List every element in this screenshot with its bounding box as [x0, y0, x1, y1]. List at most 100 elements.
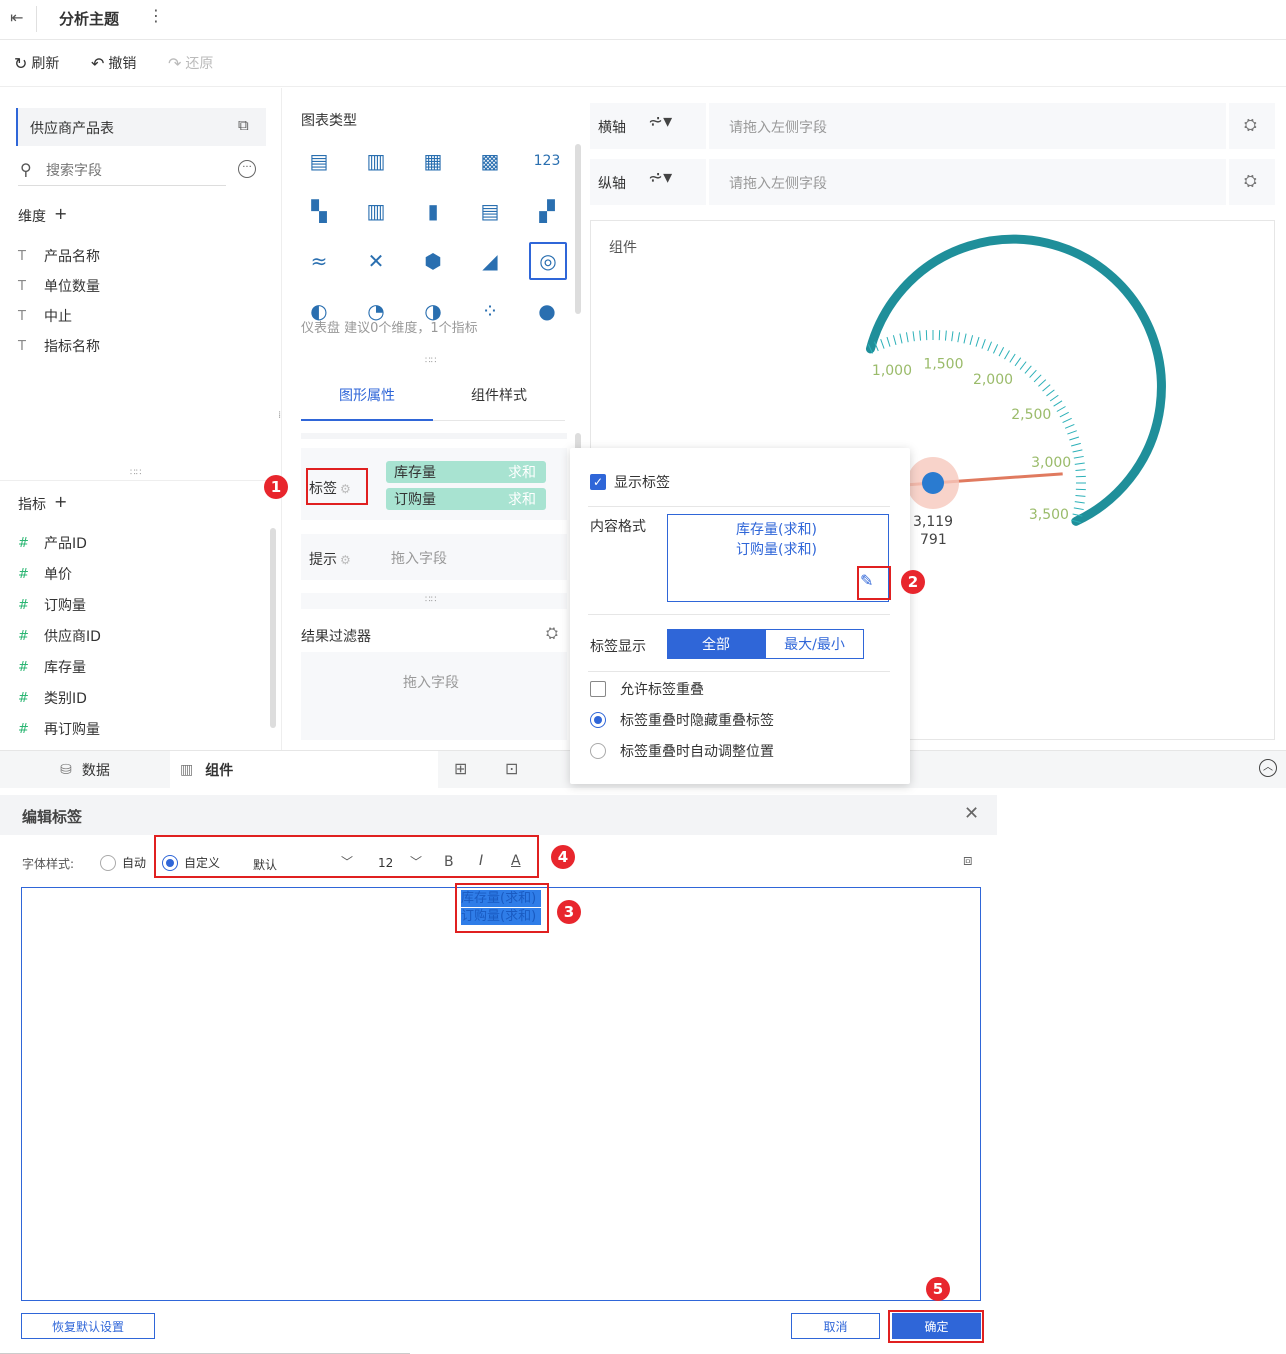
redo-label: 还原: [185, 56, 214, 72]
measure-field[interactable]: # 库存量: [18, 657, 86, 677]
show-label-checkbox[interactable]: ✓: [590, 474, 606, 490]
grouped-column-chart-icon[interactable]: ▞: [533, 197, 561, 225]
close-icon[interactable]: ✕: [964, 803, 979, 824]
hide-overlap-radio[interactable]: [590, 712, 606, 728]
show-label-row[interactable]: ✓ 显示标签: [590, 472, 670, 492]
area-chart-icon[interactable]: ◢: [476, 247, 504, 275]
table-chart-icon[interactable]: ▤: [305, 147, 333, 175]
measure-field[interactable]: # 单价: [18, 564, 72, 584]
scatter-chart-icon[interactable]: ⁘: [476, 297, 504, 325]
exit-icon[interactable]: ⇤: [10, 8, 23, 27]
x-axis-drop-zone[interactable]: 请拖入左侧字段: [706, 103, 1229, 149]
refresh-button[interactable]: ↻ 刷新: [14, 53, 59, 73]
collapse-icon[interactable]: ︿: [1259, 759, 1277, 777]
y-axis-type-icon[interactable]: ⩫▾: [648, 167, 672, 188]
add-component-icon[interactable]: ⊞: [454, 759, 467, 778]
add-measure-icon[interactable]: +: [54, 494, 67, 514]
cancel-label: 取消: [823, 1319, 848, 1334]
auto-radio[interactable]: [100, 854, 116, 871]
table-selector[interactable]: 供应商产品表 ⧉: [16, 108, 266, 146]
seg-all[interactable]: 全部: [667, 629, 765, 659]
cross-table-chart-icon[interactable]: ▥: [362, 147, 390, 175]
chip-field-name: 订购量: [394, 492, 436, 508]
block-chart-icon[interactable]: ▩: [476, 147, 504, 175]
reset-default-button[interactable]: 恢复默认设置: [21, 1313, 155, 1339]
tip-drop-zone[interactable]: 拖入字段: [391, 548, 447, 568]
dimension-field[interactable]: T 中止: [18, 306, 72, 326]
panel-splitter[interactable]: ∷∷: [425, 595, 436, 605]
line-chart-icon[interactable]: ≈: [305, 247, 333, 275]
more-options-icon[interactable]: ···: [238, 160, 256, 178]
redo-button[interactable]: ↷ 还原: [168, 53, 213, 73]
filter-settings-icon[interactable]: ⛭: [546, 624, 558, 642]
gauge-minor-tick: [1046, 389, 1055, 397]
label-editor[interactable]: 库存量(求和) 订购量(求和): [21, 887, 981, 1301]
number-chart-icon[interactable]: 123: [533, 147, 561, 175]
multi-bar-chart-icon[interactable]: ▥: [362, 197, 390, 225]
filter-drop-zone[interactable]: 拖入字段: [301, 652, 567, 740]
x-axis-settings-icon[interactable]: ⛭: [1244, 115, 1257, 135]
auto-adjust-row[interactable]: 标签重叠时自动调整位置: [590, 741, 774, 761]
panel-resize-handle[interactable]: ⁞: [278, 410, 281, 421]
scrollbar[interactable]: [270, 528, 276, 728]
bubble-chart-icon[interactable]: ●: [533, 297, 561, 325]
search-input[interactable]: [46, 160, 216, 182]
chip-field-name: 库存量: [394, 465, 436, 481]
measure-field[interactable]: # 再订购量: [18, 719, 100, 739]
step-badge-4: 4: [551, 845, 575, 869]
measure-field[interactable]: # 类别ID: [18, 688, 87, 708]
dimension-field[interactable]: T 产品名称: [18, 246, 100, 266]
y-axis-settings-icon[interactable]: ⛭: [1244, 171, 1257, 191]
field-label: 库存量: [44, 660, 86, 676]
content-line-2: 订购量(求和): [736, 542, 817, 558]
settings-icon[interactable]: ⚙: [340, 553, 351, 567]
scrollbar[interactable]: [575, 144, 581, 314]
allow-overlap-checkbox[interactable]: [590, 681, 606, 697]
add-filter-component-icon[interactable]: ⊡: [505, 759, 518, 778]
gauge-minor-tick: [975, 336, 980, 347]
tab-graph-properties[interactable]: 图形属性: [301, 371, 433, 421]
gauge-value-2: 791: [920, 532, 947, 548]
x-axis-type-icon[interactable]: ⩫▾: [648, 111, 672, 132]
auto-adjust-radio[interactable]: [590, 743, 606, 759]
hide-overlap-row[interactable]: 标签重叠时隐藏重叠标签: [590, 710, 774, 730]
tab-component-style[interactable]: 组件样式: [433, 371, 565, 421]
dimension-field[interactable]: T 单位数量: [18, 276, 100, 296]
tab-data[interactable]: ⛁ 数据: [0, 751, 170, 788]
label-field-chip-stock[interactable]: 库存量 求和: [386, 461, 546, 483]
dimension-field[interactable]: T 指标名称: [18, 336, 100, 356]
panel-splitter[interactable]: ∷∷: [130, 468, 141, 478]
gauge-minor-tick: [1024, 365, 1032, 374]
auto-text: 自动: [122, 856, 147, 870]
label-field-chip-order[interactable]: 订购量 求和: [386, 488, 546, 510]
annotation-box-2: [857, 566, 891, 600]
measure-field[interactable]: # 供应商ID: [18, 626, 101, 646]
more-icon[interactable]: ⋮: [148, 6, 164, 25]
polygon-chart-icon[interactable]: ⬢: [419, 247, 447, 275]
insert-field-icon[interactable]: ⧈: [963, 851, 973, 869]
gauge-chart-icon[interactable]: ◎: [529, 242, 567, 280]
step-badge-5: 5: [926, 1277, 950, 1301]
y-axis-drop-zone[interactable]: 请拖入左侧字段: [706, 159, 1229, 205]
measure-title: 指标: [18, 497, 46, 513]
seg-minmax[interactable]: 最大/最小: [765, 629, 864, 659]
undo-label: 撤销: [108, 56, 137, 72]
add-dimension-icon[interactable]: +: [54, 206, 67, 226]
scatter-bar-chart-icon[interactable]: ▚: [305, 197, 333, 225]
cancel-button[interactable]: 取消: [791, 1313, 880, 1339]
panel-splitter[interactable]: ∷∷: [425, 356, 436, 366]
bar-group-chart-icon[interactable]: ▤: [476, 197, 504, 225]
measure-field[interactable]: # 产品ID: [18, 533, 87, 553]
gauge-minor-tick: [1056, 406, 1066, 412]
column-chart-icon[interactable]: ▮: [419, 197, 447, 225]
measure-field[interactable]: # 订购量: [18, 595, 86, 615]
content-format-box[interactable]: 库存量(求和) 订购量(求和) ✎: [667, 514, 889, 602]
auto-option[interactable]: 自动: [100, 854, 146, 871]
detail-table-chart-icon[interactable]: ▦: [419, 147, 447, 175]
switch-table-icon[interactable]: ⧉: [238, 116, 249, 134]
undo-button[interactable]: ↶ 撤销: [91, 53, 136, 73]
tab-component[interactable]: ▥ 组件: [170, 751, 438, 788]
gauge-minor-tick: [880, 339, 885, 349]
radar-chart-icon[interactable]: ✕: [362, 247, 390, 275]
allow-overlap-row[interactable]: 允许标签重叠: [590, 679, 704, 699]
